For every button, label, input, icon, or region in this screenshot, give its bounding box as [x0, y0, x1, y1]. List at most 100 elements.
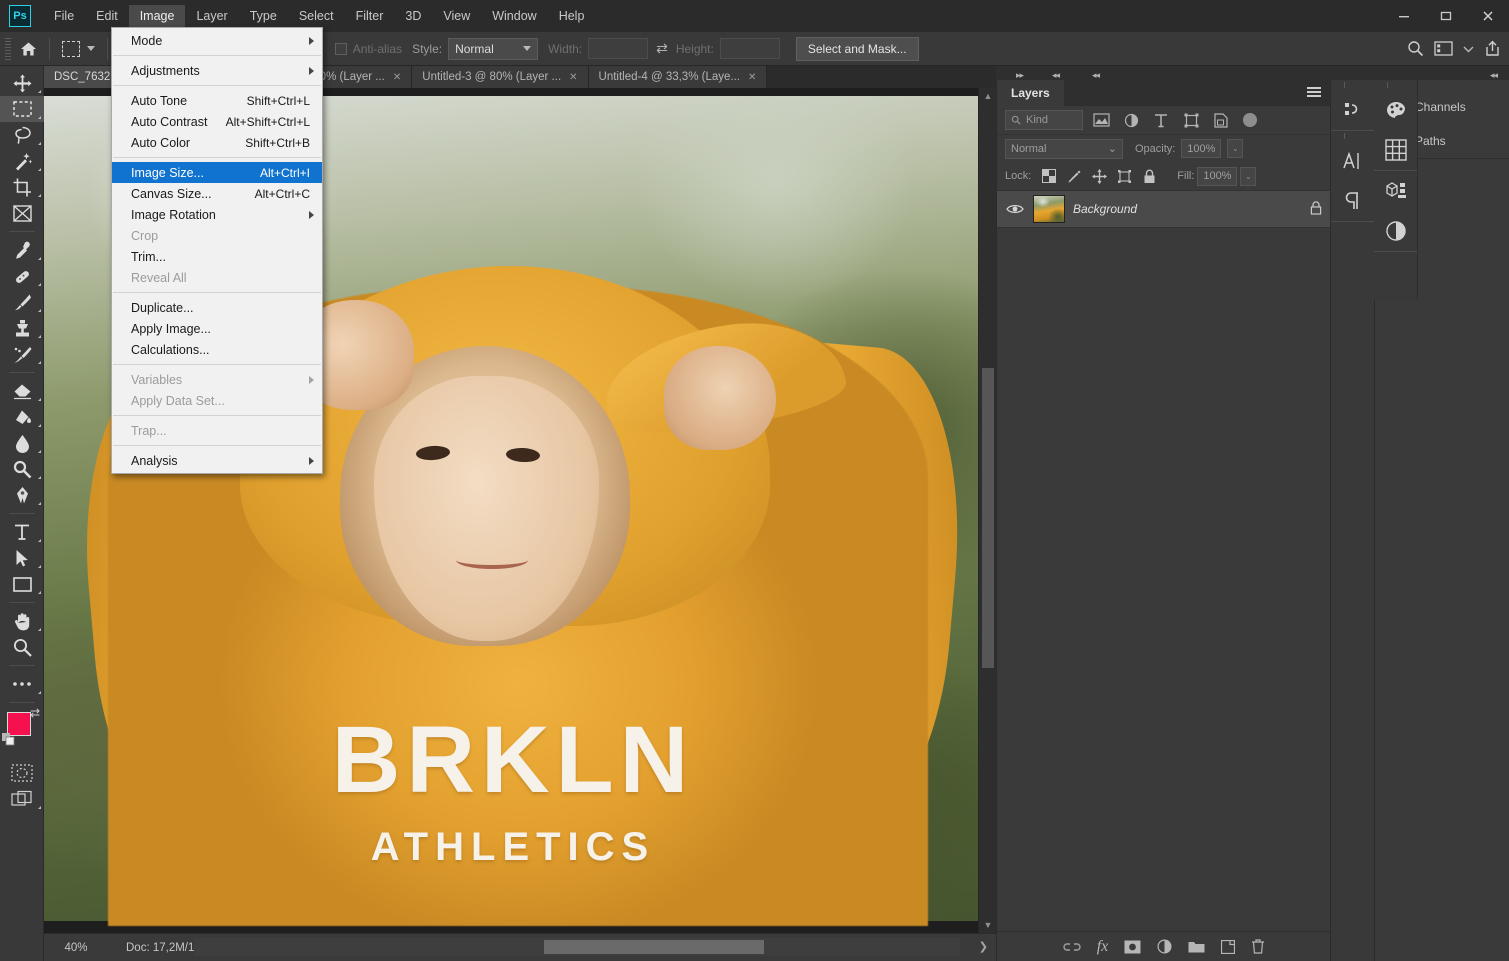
canvas-horizontal-scrollbar[interactable] [194, 938, 960, 956]
width-input[interactable] [588, 38, 648, 59]
delete-layer-icon[interactable] [1251, 939, 1265, 954]
pixel-filter-icon[interactable] [1089, 109, 1113, 131]
3d-icon[interactable] [1374, 171, 1418, 211]
paragraph-icon[interactable] [1331, 181, 1375, 221]
panel-menu-icon[interactable] [1307, 87, 1321, 99]
adjustment-filter-icon[interactable] [1119, 109, 1143, 131]
lock-image-icon[interactable] [1063, 165, 1085, 187]
swap-dimensions-icon[interactable]: ⇄ [656, 40, 668, 57]
path-selection-tool[interactable] [0, 545, 44, 571]
adjustments-icon[interactable] [1374, 211, 1418, 251]
strip-grip[interactable] [1331, 80, 1374, 90]
options-bar-grip[interactable] [3, 38, 13, 60]
document-tab[interactable]: Untitled-4 @ 33,3% (Laye...✕ [589, 66, 768, 88]
tool-flyout-triangle-icon[interactable] [38, 257, 41, 260]
tool-flyout-triangle-icon[interactable] [38, 142, 41, 145]
fx-icon[interactable]: fx [1097, 938, 1109, 956]
tab-layers[interactable]: Layers [997, 80, 1064, 106]
new-layer-icon[interactable] [1221, 940, 1235, 954]
lasso-tool[interactable] [0, 122, 44, 148]
menu-item-analysis[interactable]: Analysis [112, 450, 322, 471]
dock-icon-grip[interactable] [1374, 80, 1417, 90]
menu-item-image-rotation[interactable]: Image Rotation [112, 204, 322, 225]
frame-tool[interactable] [0, 200, 44, 226]
tool-flyout-triangle-icon[interactable] [38, 450, 41, 453]
menu-item-auto-color[interactable]: Auto ColorShift+Ctrl+B [112, 132, 322, 153]
filter-toggle-switch[interactable] [1243, 113, 1257, 127]
tool-flyout-triangle-icon[interactable] [38, 539, 41, 542]
zoom-tool[interactable] [0, 634, 44, 660]
menu-item-canvas-size[interactable]: Canvas Size...Alt+Ctrl+C [112, 183, 322, 204]
close-button[interactable] [1467, 0, 1509, 32]
layer-name[interactable]: Background [1073, 202, 1302, 216]
shape-filter-icon[interactable] [1179, 109, 1203, 131]
horizontal-scroll-thumb[interactable] [544, 940, 764, 954]
menu-file[interactable]: File [43, 5, 85, 27]
menu-type[interactable]: Type [239, 5, 288, 27]
height-input[interactable] [720, 38, 780, 59]
menu-help[interactable]: Help [548, 5, 596, 27]
hand-tool[interactable] [0, 608, 44, 634]
adjustment-layer-icon[interactable] [1157, 939, 1172, 954]
tool-flyout-triangle-icon[interactable] [38, 168, 41, 171]
history-icon[interactable] [1331, 90, 1375, 130]
tool-flyout-triangle-icon[interactable] [38, 476, 41, 479]
lock-artboard-icon[interactable] [1113, 165, 1135, 187]
tool-flyout-triangle-icon[interactable] [38, 398, 41, 401]
type-tool[interactable] [0, 519, 44, 545]
menu-item-auto-contrast[interactable]: Auto ContrastAlt+Shift+Ctrl+L [112, 111, 322, 132]
color-swatches-icon[interactable] [1374, 90, 1418, 130]
opacity-chevron-down-icon[interactable]: ⌄ [1227, 139, 1243, 158]
blend-mode-select[interactable]: Normal ⌄ [1005, 139, 1123, 159]
select-and-mask-button[interactable]: Select and Mask... [796, 37, 919, 61]
link-layers-icon[interactable] [1063, 941, 1081, 953]
layer-visibility-eye-icon[interactable] [1005, 203, 1025, 215]
move-tool[interactable] [0, 70, 44, 96]
workspace-icon[interactable] [1434, 41, 1453, 56]
menu-image[interactable]: Image [129, 5, 186, 27]
tool-flyout-triangle-icon[interactable] [38, 361, 41, 364]
blur-tool[interactable] [0, 430, 44, 456]
rectangular-marquee-icon[interactable] [62, 41, 80, 57]
share-icon[interactable] [1484, 40, 1501, 57]
menu-view[interactable]: View [432, 5, 481, 27]
smartobject-filter-icon[interactable] [1209, 109, 1233, 131]
close-tab-icon[interactable]: ✕ [393, 72, 401, 83]
quick-mask-icon[interactable] [0, 760, 44, 786]
tool-flyout-triangle-icon[interactable] [38, 591, 41, 594]
eraser-tool[interactable] [0, 378, 44, 404]
new-group-icon[interactable] [1188, 940, 1205, 953]
search-icon[interactable] [1407, 40, 1424, 57]
tool-flyout-triangle-icon[interactable] [38, 194, 41, 197]
type-filter-icon[interactable] [1149, 109, 1173, 131]
close-tab-icon[interactable]: ✕ [748, 72, 756, 83]
fill-value[interactable]: 100% [1197, 167, 1237, 186]
crop-tool[interactable] [0, 174, 44, 200]
scroll-up-arrow-icon[interactable]: ▲ [979, 88, 997, 104]
tool-flyout-triangle-icon[interactable] [38, 691, 41, 694]
grid-pattern-icon[interactable] [1374, 130, 1418, 170]
menu-item-duplicate[interactable]: Duplicate... [112, 297, 322, 318]
anti-alias-checkbox[interactable] [335, 43, 347, 55]
lock-transparency-icon[interactable] [1038, 165, 1060, 187]
opacity-value[interactable]: 100% [1181, 139, 1221, 158]
lock-all-icon[interactable] [1138, 165, 1160, 187]
image-menu-dropdown[interactable]: ModeAdjustmentsAuto ToneShift+Ctrl+LAuto… [111, 27, 323, 474]
menu-window[interactable]: Window [481, 5, 547, 27]
character-icon[interactable] [1331, 141, 1375, 181]
edit-toolbar-tool[interactable] [0, 671, 44, 697]
tool-flyout-triangle-icon[interactable] [38, 283, 41, 286]
vertical-scroll-thumb[interactable] [982, 368, 994, 668]
menu-item-adjustments[interactable]: Adjustments [112, 60, 322, 81]
menu-layer[interactable]: Layer [185, 5, 238, 27]
eyedropper-tool[interactable] [0, 237, 44, 263]
tool-flyout-triangle-icon[interactable] [38, 424, 41, 427]
menu-3d[interactable]: 3D [394, 5, 432, 27]
dodge-tool[interactable] [0, 456, 44, 482]
magic-wand-tool[interactable] [0, 148, 44, 174]
strip-grip[interactable] [1331, 131, 1374, 141]
layer-lock-icon[interactable] [1310, 201, 1322, 218]
scroll-right-arrow-icon[interactable]: ❯ [979, 940, 988, 953]
screen-mode-icon[interactable] [0, 786, 44, 812]
document-tab[interactable]: Untitled-3 @ 80% (Layer ...✕ [412, 66, 588, 88]
